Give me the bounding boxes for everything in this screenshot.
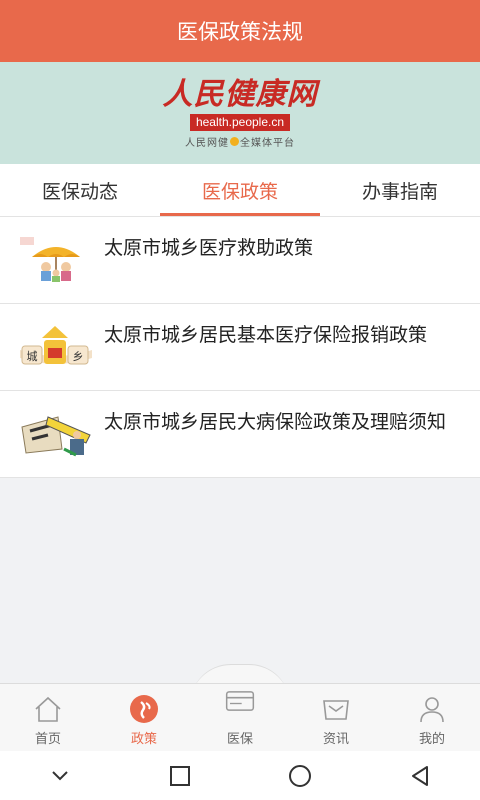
circle-icon (289, 764, 311, 787)
tab-news[interactable]: 医保动态 (0, 164, 160, 216)
logo-text: 人民健康网 (162, 76, 318, 112)
bottom-tab-bar: 首页 政策 医保 资讯 我的 (0, 683, 480, 752)
list-item[interactable]: 太原市城乡医疗救助政策 (0, 217, 480, 304)
back-triangle-icon (412, 765, 428, 786)
logo-dot-icon (230, 136, 239, 146)
home-button[interactable] (280, 756, 320, 796)
city-rural-thumbnail: 城 乡 (18, 322, 94, 372)
people-health-logo: 人民健康网 health.people.cn 人民网健 全媒体平台 (162, 76, 318, 149)
card-icon (225, 686, 255, 716)
recent-apps-button[interactable] (160, 756, 200, 796)
square-icon (170, 765, 190, 786)
system-nav-bar (0, 751, 480, 800)
banner: 人民健康网 health.people.cn 人民网健 全媒体平台 (0, 62, 480, 164)
profile-icon (417, 694, 447, 724)
chevron-down-icon (52, 770, 68, 780)
nav-label: 医保 (226, 732, 253, 747)
list-item[interactable]: 城 乡 太原市城乡居民基本医疗保险报销政策 (0, 304, 480, 391)
article-list: 太原市城乡医疗救助政策 城 乡 太原市城乡居民基本医疗保险报销政策 太原市城乡居… (0, 217, 480, 478)
home-icon (33, 694, 63, 724)
nav-policy[interactable]: 政策 (96, 684, 192, 752)
tab-policy[interactable]: 医保政策 (160, 164, 320, 216)
nav-news[interactable]: 资讯 (288, 684, 384, 752)
collapse-button[interactable] (40, 756, 80, 796)
nav-label: 政策 (130, 732, 157, 747)
category-tabs: 医保动态 医保政策 办事指南 (0, 164, 480, 217)
list-item[interactable]: 太原市城乡居民大病保险政策及理赔须知 (0, 391, 480, 478)
tab-label: 办事指南 (361, 180, 438, 203)
umbrella-family-thumbnail (18, 235, 94, 285)
article-title: 太原市城乡居民基本医疗保险报销政策 (104, 324, 428, 346)
back-button[interactable] (400, 756, 440, 796)
nav-label: 资讯 (322, 732, 349, 747)
logo-url: health.people.cn (189, 113, 291, 131)
tab-guide[interactable]: 办事指南 (320, 164, 480, 216)
nav-insurance[interactable]: 医保 (192, 684, 288, 752)
tab-label: 医保动态 (41, 180, 118, 203)
logo-sub-right: 全媒体平台 (240, 137, 295, 149)
article-title: 太原市城乡医疗救助政策 (104, 237, 314, 259)
nav-home[interactable]: 首页 (0, 684, 96, 752)
logo-subtitle: 人民网健 全媒体平台 (185, 134, 295, 149)
illness-insurance-thumbnail (18, 409, 94, 459)
page-title: 医保政策法规 (177, 20, 303, 44)
tab-label: 医保政策 (201, 180, 278, 203)
app-header: 医保政策法规 (0, 0, 480, 62)
news-icon (321, 694, 351, 724)
policy-icon (129, 694, 159, 724)
logo-sub-left: 人民网健 (185, 137, 229, 149)
nav-label: 我的 (418, 732, 445, 747)
nav-label: 首页 (34, 732, 61, 747)
article-title: 太原市城乡居民大病保险政策及理赔须知 (104, 411, 447, 433)
nav-profile[interactable]: 我的 (384, 684, 480, 752)
svg-text:乡: 乡 (73, 350, 84, 363)
svg-text:城: 城 (27, 350, 38, 363)
